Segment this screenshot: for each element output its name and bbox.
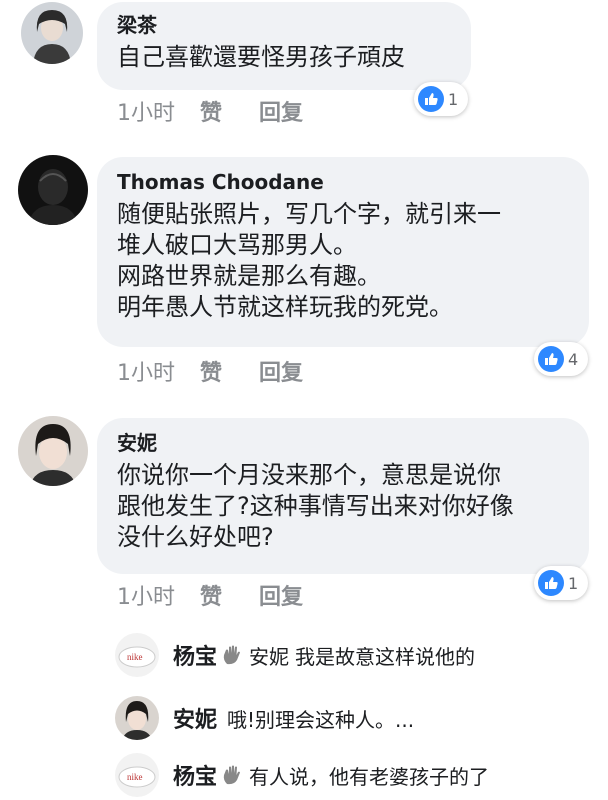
comment-author[interactable]: 梁茶 <box>117 12 451 38</box>
mention[interactable]: 安妮 <box>249 641 289 670</box>
thumbs-up-icon <box>418 86 444 112</box>
reply-item: nike 杨宝 安妮 我是故意这样说他的 <box>115 630 475 680</box>
like-button[interactable]: 赞 <box>200 95 222 127</box>
reply-author[interactable]: 安妮 <box>173 702 217 734</box>
reply-button[interactable]: 回复 <box>259 579 303 611</box>
avatar[interactable] <box>18 416 88 486</box>
reaction-count[interactable]: 1 <box>414 82 468 116</box>
avatar[interactable]: nike <box>115 753 159 797</box>
wave-hand-icon <box>221 644 243 666</box>
comment-time: 1小时 <box>117 585 175 610</box>
reaction-count[interactable]: 4 <box>534 342 588 376</box>
comment-text: 随便貼张照片，写几个字，就引来一 堆人破口大骂那男人。 网路世界就是那么有趣。 … <box>117 200 501 321</box>
profile-photo-icon <box>18 416 88 486</box>
comment-time: 1小时 <box>117 361 175 386</box>
avatar[interactable] <box>115 696 159 740</box>
comment-text: 自己喜歡還要怪男孩子頑皮 <box>117 43 405 71</box>
avatar[interactable] <box>18 155 88 225</box>
like-button[interactable]: 赞 <box>200 579 222 611</box>
reaction-count[interactable]: 1 <box>534 566 588 600</box>
wave-hand-icon <box>221 764 243 786</box>
like-button[interactable]: 赞 <box>200 355 222 387</box>
profile-photo-icon: nike <box>115 633 159 677</box>
thumbs-up-icon <box>538 346 564 372</box>
comment-author[interactable]: 安妮 <box>117 430 569 456</box>
avatar[interactable]: nike <box>115 633 159 677</box>
comment-actions: 1小时 赞 回复 <box>117 355 303 387</box>
comment-bubble: 安妮 你说你一个月没来那个，意思是说你 跟他发生了?这种事情写出来对你好像 没什… <box>97 418 589 574</box>
reply-text: 有人说，他有老婆孩子的了 <box>249 764 490 789</box>
comment-bubble: Thomas Choodane 随便貼张照片，写几个字，就引来一 堆人破口大骂那… <box>97 157 589 347</box>
comment-bubble: 梁茶 自己喜歡還要怪男孩子頑皮 <box>97 2 471 90</box>
comment-actions: 1小时 赞 回复 <box>117 579 303 611</box>
profile-photo-icon: nike <box>115 753 159 797</box>
reply-text: 哦!别理会这种人。... <box>227 707 415 732</box>
comment-time: 1小时 <box>117 101 175 126</box>
reply-author[interactable]: 杨宝 <box>173 759 217 791</box>
profile-photo-icon <box>115 696 159 740</box>
profile-photo-icon <box>21 2 83 64</box>
comment-actions: 1小时 赞 回复 <box>117 95 303 127</box>
svg-text:nike: nike <box>127 652 143 662</box>
reply-item: nike 杨宝 有人说，他有老婆孩子的了 <box>115 750 489 800</box>
profile-photo-icon <box>18 155 88 225</box>
reply-button[interactable]: 回复 <box>259 355 303 387</box>
thumbs-up-icon <box>538 570 564 596</box>
avatar[interactable] <box>21 2 83 64</box>
reply-button[interactable]: 回复 <box>259 95 303 127</box>
svg-text:nike: nike <box>127 772 143 782</box>
reply-author[interactable]: 杨宝 <box>173 639 217 671</box>
reply-item: 安妮 哦!别理会这种人。... <box>115 693 414 743</box>
comment-author[interactable]: Thomas Choodane <box>117 169 569 195</box>
comment-text: 你说你一个月没来那个，意思是说你 跟他发生了?这种事情写出来对你好像 没什么好处… <box>117 461 514 551</box>
reply-text: 我是故意这样说他的 <box>295 644 476 669</box>
